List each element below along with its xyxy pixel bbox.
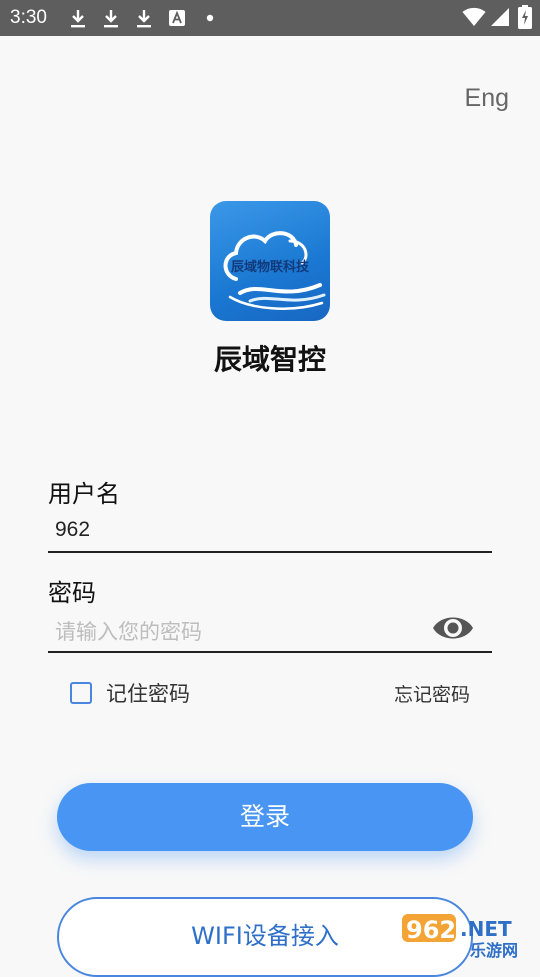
svg-text:乐游网: 乐游网 (470, 941, 518, 960)
language-toggle[interactable]: Eng (465, 84, 509, 113)
svg-text:962: 962 (406, 916, 456, 944)
password-label: 密码 (48, 579, 96, 607)
username-label: 用户名 (48, 480, 120, 508)
remember-password-label: 记住密码 (106, 682, 190, 706)
checkbox-box[interactable] (70, 682, 92, 704)
signal-icon (491, 8, 509, 26)
remember-password-checkbox[interactable]: 记住密码 (70, 678, 190, 708)
dot-icon (206, 14, 214, 22)
forgot-password-link[interactable]: 忘记密码 (394, 680, 470, 707)
battery-charging-icon (518, 5, 532, 29)
username-underline (48, 551, 492, 553)
app-title: 辰域智控 (213, 343, 326, 376)
status-bar: 3:30 (0, 0, 540, 36)
download-icon (71, 10, 85, 28)
watermark-logo: 962 .NET 乐游网 (398, 910, 538, 960)
font-icon (169, 10, 185, 26)
eye-icon[interactable] (431, 612, 475, 644)
status-time: 3:30 (10, 7, 47, 28)
wifi-icon (462, 7, 486, 26)
password-input[interactable]: 请输入您的密码 (55, 616, 202, 646)
username-input[interactable]: 962 (55, 518, 90, 542)
app-logo: 辰域物联科技 (210, 201, 330, 321)
svg-text:.NET: .NET (460, 917, 512, 941)
logo-text: 辰域物联科技 (230, 260, 309, 275)
password-underline (48, 651, 492, 653)
login-button[interactable]: 登录 (57, 783, 473, 851)
download-icon (104, 10, 118, 28)
download-icon (137, 10, 151, 28)
